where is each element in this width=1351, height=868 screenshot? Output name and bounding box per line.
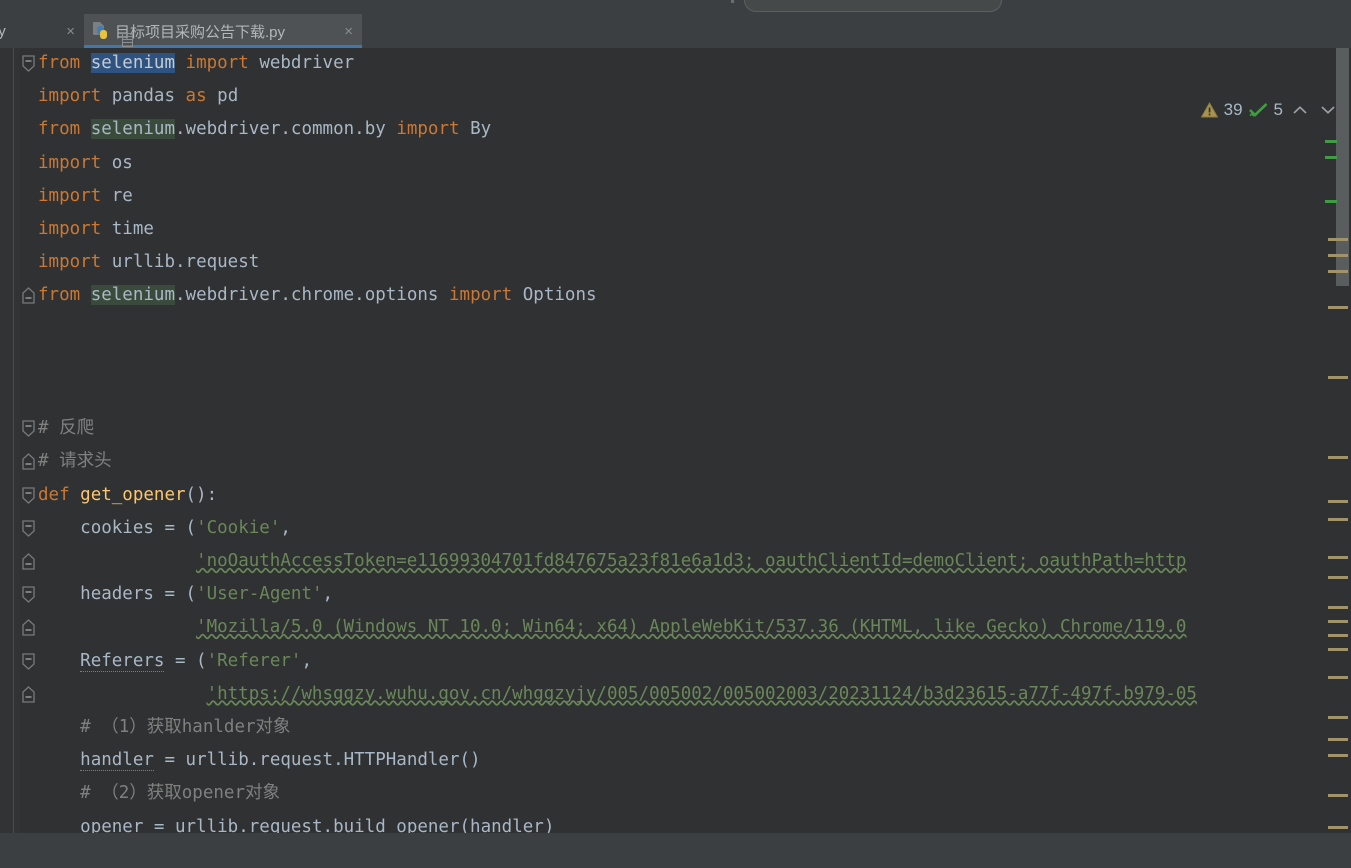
- code-line[interactable]: headers = ('User-Agent',: [0, 578, 1351, 611]
- code-line[interactable]: from selenium.webdriver.chrome.options i…: [0, 279, 1351, 312]
- python-file-icon: [93, 22, 110, 40]
- chevron-up-icon[interactable]: [1289, 102, 1311, 119]
- warning-stripe-marker[interactable]: [1328, 716, 1348, 719]
- code-line[interactable]: [0, 346, 1351, 379]
- code-line[interactable]: # （2）获取opener对象: [0, 777, 1351, 810]
- code-line[interactable]: # 请求头: [0, 445, 1351, 478]
- search-everywhere-field[interactable]: [744, 0, 1002, 12]
- chevron-down-icon[interactable]: [1317, 102, 1339, 119]
- warning-stripe-marker[interactable]: [1328, 648, 1348, 651]
- code-line[interactable]: from selenium import webdriver: [0, 48, 1351, 80]
- code-line[interactable]: import urllib.request: [0, 246, 1351, 279]
- warning-stripe-marker[interactable]: [1328, 606, 1348, 609]
- warning-count: 39: [1223, 100, 1243, 119]
- code-line[interactable]: opener = urllib.request.build_opener(han…: [0, 811, 1351, 833]
- warning-stripe-marker[interactable]: [1328, 576, 1348, 579]
- warning-triangle-icon: [1200, 101, 1218, 118]
- code-line[interactable]: [0, 379, 1351, 412]
- pycharm-editor-window: dy.py × 目标项目采购公告下载.py × from selenium im…: [0, 0, 1351, 868]
- code-line[interactable]: cookies = ('Cookie',: [0, 512, 1351, 545]
- warning-stripe-marker[interactable]: [1328, 634, 1348, 637]
- warning-stripe-marker[interactable]: [1328, 500, 1348, 503]
- warning-stripe-marker[interactable]: [1328, 518, 1348, 521]
- check-count: 5: [1273, 100, 1283, 119]
- code-line[interactable]: 'noOauthAccessToken=e11699304701fd847675…: [0, 545, 1351, 578]
- source-code[interactable]: from selenium import webdriver import pan…: [0, 48, 1351, 833]
- warning-stripe-marker[interactable]: [1328, 376, 1348, 379]
- bottom-tool-strip: [0, 833, 1351, 868]
- code-line[interactable]: [0, 313, 1351, 346]
- vcs-change-marker[interactable]: [1325, 156, 1337, 159]
- vcs-change-marker[interactable]: [1325, 200, 1337, 203]
- warning-stripe-marker[interactable]: [1328, 254, 1348, 257]
- warning-stripe-marker[interactable]: [1328, 556, 1348, 559]
- warning-stripe-marker[interactable]: [1328, 738, 1348, 741]
- warning-stripe-marker[interactable]: [1328, 676, 1348, 679]
- warning-stripe-marker[interactable]: [1328, 620, 1348, 623]
- editor-tab-bar: dy.py × 目标项目采购公告下载.py ×: [0, 14, 1351, 48]
- code-line[interactable]: 'Mozilla/5.0 (Windows NT 10.0; Win64; x6…: [0, 611, 1351, 644]
- close-icon[interactable]: ×: [342, 24, 355, 39]
- warning-stripe-marker[interactable]: [1328, 794, 1348, 797]
- warning-stripe-marker[interactable]: [1328, 238, 1348, 241]
- close-icon[interactable]: ×: [64, 24, 77, 39]
- code-line[interactable]: handler = urllib.request.HTTPHandler(): [0, 744, 1351, 777]
- warning-stripe-marker[interactable]: [1328, 306, 1348, 309]
- code-line[interactable]: import os: [0, 147, 1351, 180]
- warning-stripe-marker[interactable]: [1328, 456, 1348, 459]
- tab-label: 目标项目采购公告下载.py: [115, 23, 286, 41]
- scrollbar-thumb[interactable]: [1336, 48, 1349, 286]
- tab-label: dy.py: [0, 22, 6, 40]
- code-line[interactable]: 'https://whsggzy.wuhu.gov.cn/whggzyjy/00…: [0, 678, 1351, 711]
- error-stripe-scrollbar[interactable]: [1325, 48, 1351, 833]
- code-line[interactable]: from selenium.webdriver.common.by import…: [0, 113, 1351, 146]
- warning-stripe-marker[interactable]: [1328, 754, 1348, 757]
- inspection-summary-widget[interactable]: 39 5: [1200, 100, 1339, 120]
- green-check-icon: [1248, 102, 1268, 118]
- code-editor-area[interactable]: from selenium import webdriver import pan…: [0, 48, 1351, 833]
- code-line[interactable]: import re: [0, 180, 1351, 213]
- code-line[interactable]: def get_opener():: [0, 479, 1351, 512]
- code-line[interactable]: Referers = ('Referer',: [0, 645, 1351, 678]
- warning-stripe-marker[interactable]: [1328, 270, 1348, 273]
- code-line[interactable]: # 反爬: [0, 412, 1351, 445]
- code-line[interactable]: import time: [0, 213, 1351, 246]
- code-line[interactable]: import pandas as pd: [0, 80, 1351, 113]
- editor-tab-dy[interactable]: dy.py ×: [0, 14, 84, 48]
- toolbar-divider: [731, 0, 734, 3]
- vcs-change-marker[interactable]: [1325, 140, 1337, 143]
- top-toolbar-strip: [0, 0, 1351, 14]
- structure-toggle-icon[interactable]: [122, 33, 133, 47]
- warning-stripe-marker[interactable]: [1328, 826, 1348, 829]
- code-line[interactable]: # （1）获取hanlder对象: [0, 711, 1351, 744]
